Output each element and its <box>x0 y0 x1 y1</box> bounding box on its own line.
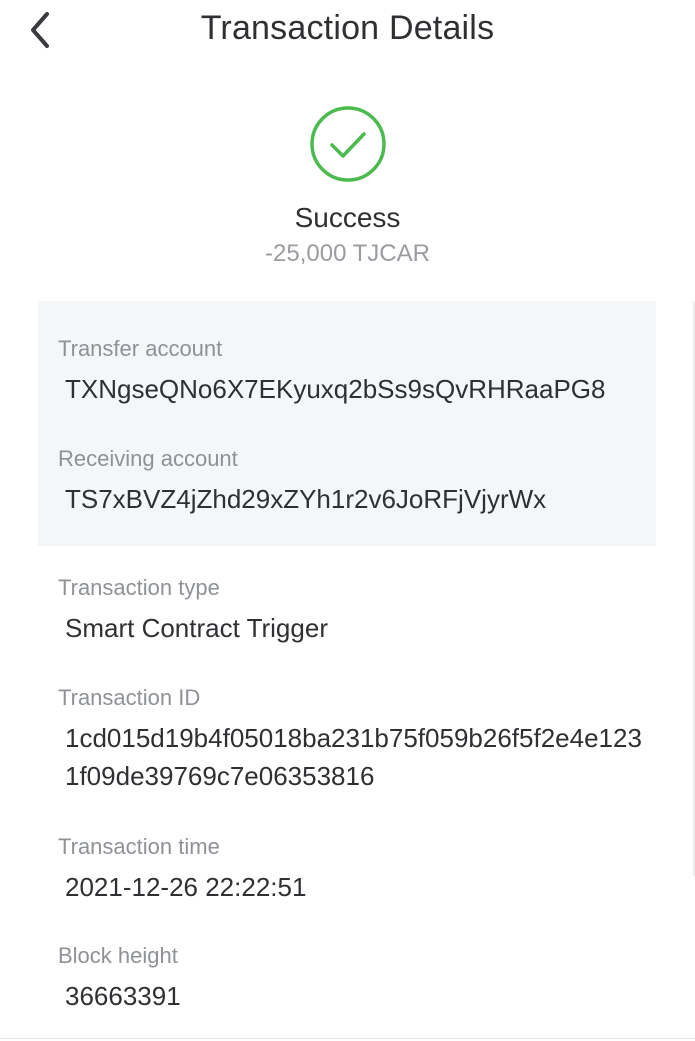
transaction-id-value[interactable]: 1cd015d19b4f05018ba231b75f059b26f5f2e4e1… <box>65 719 643 795</box>
transaction-time-field: Transaction time 2021-12-26 22:22:51 <box>58 834 655 906</box>
transaction-type-label: Transaction type <box>58 575 220 600</box>
block-height-label: Block height <box>58 943 178 968</box>
transaction-time-label: Transaction time <box>58 834 220 859</box>
status-label: Success <box>294 202 401 233</box>
header: Transaction Details <box>0 0 695 60</box>
receiving-account-label: Receiving account <box>58 446 238 471</box>
receiving-account-value[interactable]: TS7xBVZ4jZhd29xZYh1r2v6JoRFjVjyrWx <box>65 480 655 518</box>
transaction-id-field: Transaction ID 1cd015d19b4f05018ba231b75… <box>58 685 643 795</box>
transaction-time-value: 2021-12-26 22:22:51 <box>65 872 307 902</box>
block-height-value[interactable]: 36663391 <box>65 977 655 1015</box>
transaction-type-value: Smart Contract Trigger <box>65 613 328 643</box>
transfer-account-value[interactable]: TXNgseQNo6X7EKyuxq2bSs9sQvRHRaaPG8 <box>65 370 655 408</box>
transfer-account-label: Transfer account <box>58 336 223 361</box>
transaction-id-label: Transaction ID <box>58 685 201 710</box>
status-block: Success -25,000 TJCAR <box>0 104 695 268</box>
transaction-type-field: Transaction type Smart Contract Trigger <box>58 575 655 647</box>
transfer-account-field: Transfer account TXNgseQNo6X7EKyuxq2bSs9… <box>58 336 655 408</box>
check-circle-icon <box>308 104 388 184</box>
page-title: Transaction Details <box>200 9 495 47</box>
block-height-field: Block height 36663391 <box>58 943 655 1015</box>
transaction-amount: -25,000 TJCAR <box>265 240 430 267</box>
receiving-account-field: Receiving account TS7xBVZ4jZhd29xZYh1r2v… <box>58 446 655 518</box>
divider <box>0 1038 695 1039</box>
